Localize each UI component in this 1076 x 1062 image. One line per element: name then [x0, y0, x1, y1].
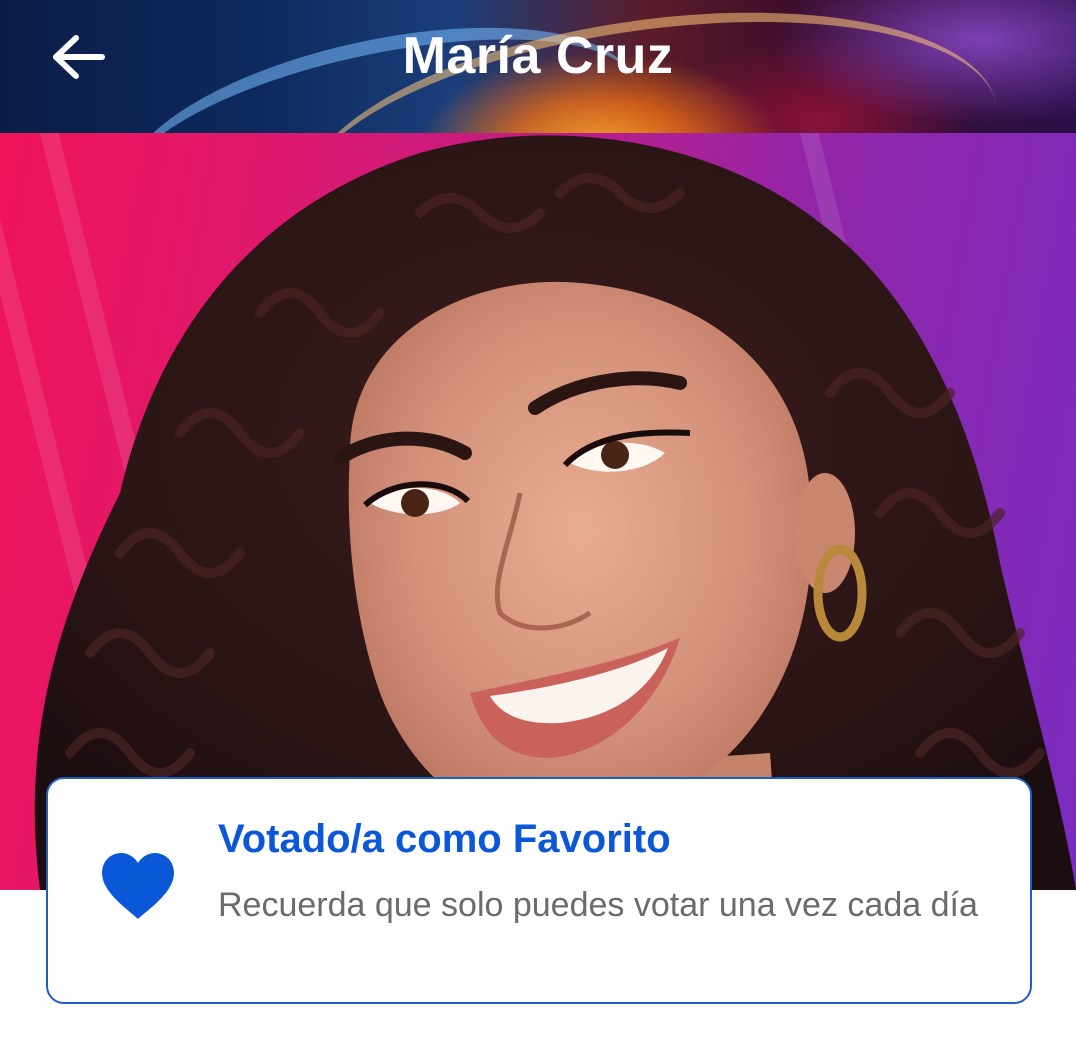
vote-status-title: Votado/a como Favorito	[218, 817, 671, 861]
back-button[interactable]	[40, 22, 118, 92]
arrow-left-icon	[53, 35, 105, 79]
vote-status-message: Recuerda que solo puedes votar una vez c…	[218, 886, 978, 924]
top-app-bar: María Cruz	[0, 0, 1076, 133]
vote-confirmation-card: Votado/a como Favorito Recuerda que solo…	[46, 777, 1032, 1004]
app-screen: María Cruz Votado/a como Favorito Recuer…	[0, 0, 1076, 1062]
heart-icon	[102, 853, 174, 919]
